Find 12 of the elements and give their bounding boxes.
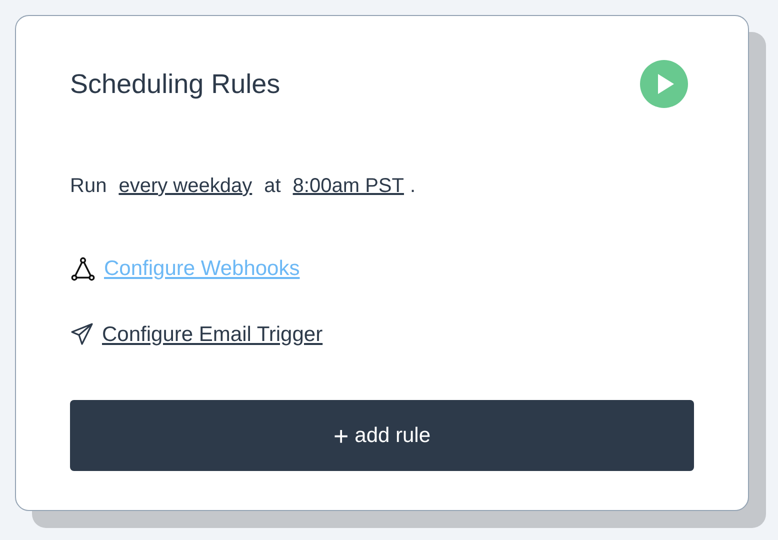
run-label: Run <box>70 174 107 199</box>
card-title: Scheduling Rules <box>70 68 280 101</box>
play-icon[interactable] <box>640 60 688 108</box>
add-rule-button[interactable]: + add rule <box>70 400 694 471</box>
paper-plane-icon <box>70 322 94 346</box>
at-label: at <box>264 174 281 199</box>
webhook-icon <box>70 256 96 282</box>
time-link[interactable]: 8:00am PST <box>292 171 404 201</box>
plus-icon: + <box>333 422 349 448</box>
configure-link[interactable]: Configure Email Trigger <box>102 318 323 350</box>
period-label: . <box>410 174 416 199</box>
frequency-link[interactable]: every weekday <box>118 171 252 201</box>
